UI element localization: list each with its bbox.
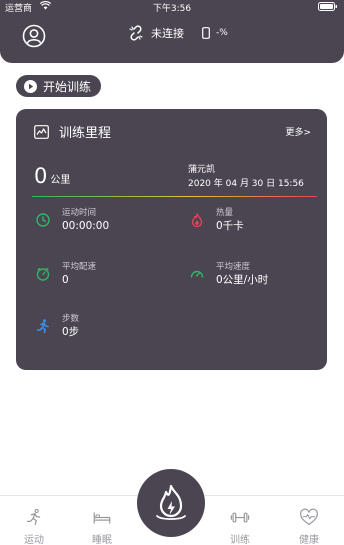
stat-label: 步数 xyxy=(62,314,80,324)
stat-value: 0千卡 xyxy=(216,220,244,232)
start-training-button[interactable]: 开始训练 xyxy=(16,75,102,97)
dumbbell-icon xyxy=(230,512,250,523)
card-title: 训练里程 xyxy=(59,126,112,141)
more-link[interactable]: 更多> xyxy=(285,125,311,138)
runner-icon xyxy=(36,319,49,333)
tab-training[interactable]: 训练 xyxy=(210,496,270,545)
user-avatar-button[interactable] xyxy=(22,24,46,48)
stat-calories: 热量 0千卡 xyxy=(190,207,244,234)
running-icon xyxy=(26,508,41,526)
stat-label: 运动时间 xyxy=(62,208,97,218)
tab-sport[interactable]: 运动 xyxy=(4,496,64,545)
user-icon xyxy=(22,24,46,48)
tab-label: 运动 xyxy=(24,535,44,545)
user-info: 蒲元凯 2020 年 04 月 30 日 15:56 xyxy=(188,163,304,191)
broken-link-icon xyxy=(129,25,143,41)
connection-status[interactable]: 未连接 -% xyxy=(128,24,228,42)
clock-icon xyxy=(36,213,50,227)
battery-percent: -% xyxy=(216,28,228,38)
record-datetime: 2020 年 04 月 30 日 15:56 xyxy=(188,179,304,189)
tab-label: 健康 xyxy=(299,535,319,545)
stat-value: 0 xyxy=(62,274,69,286)
stat-value: 0步 xyxy=(62,326,80,338)
divider-line xyxy=(32,196,317,197)
stat-label: 平均配速 xyxy=(62,262,97,272)
stat-value: 0公里/小时 xyxy=(216,274,269,286)
distance-display: 0 公里 xyxy=(34,164,70,188)
stat-label: 平均速度 xyxy=(216,262,251,272)
connection-text: 未连接 xyxy=(151,27,184,40)
heart-icon xyxy=(300,508,318,526)
stat-label: 热量 xyxy=(216,208,234,218)
device-battery-icon xyxy=(202,27,210,39)
line-chart-icon xyxy=(34,124,49,139)
card-header: 训练里程 xyxy=(34,122,111,141)
tab-sleep[interactable]: 睡眠 xyxy=(72,496,132,545)
center-workout-button[interactable] xyxy=(137,469,205,537)
tab-label: 睡眠 xyxy=(92,535,112,545)
start-training-label: 开始训练 xyxy=(43,79,92,94)
pace-icon xyxy=(36,267,50,281)
user-name: 蒲元凯 xyxy=(188,165,216,175)
tab-health[interactable]: 健康 xyxy=(279,496,339,545)
status-bar: 运营商 下午3:56 xyxy=(0,0,344,14)
tab-label: 训练 xyxy=(230,535,250,545)
flame-icon xyxy=(191,213,203,227)
training-mileage-card: 训练里程 更多> 0 公里 蒲元凯 2020 年 04 月 30 日 15:56… xyxy=(16,109,327,370)
bed-icon xyxy=(93,512,111,524)
app-header: 运营商 下午3:56 未连接 -% xyxy=(0,0,344,63)
stat-average-speed: 平均速度 0公里/小时 xyxy=(190,261,268,288)
stat-steps: 步数 0步 xyxy=(36,313,79,340)
distance-value: 0 xyxy=(34,164,48,188)
stat-average-pace: 平均配速 0 xyxy=(36,261,96,288)
play-icon xyxy=(24,79,37,93)
battery-icon xyxy=(318,2,338,14)
flame-icon xyxy=(156,484,186,520)
stat-value: 00:00:00 xyxy=(62,220,110,232)
distance-unit: 公里 xyxy=(50,175,71,186)
stat-exercise-time: 运动时间 00:00:00 xyxy=(36,207,109,234)
speedometer-icon xyxy=(190,270,204,278)
status-time: 下午3:56 xyxy=(152,4,192,14)
